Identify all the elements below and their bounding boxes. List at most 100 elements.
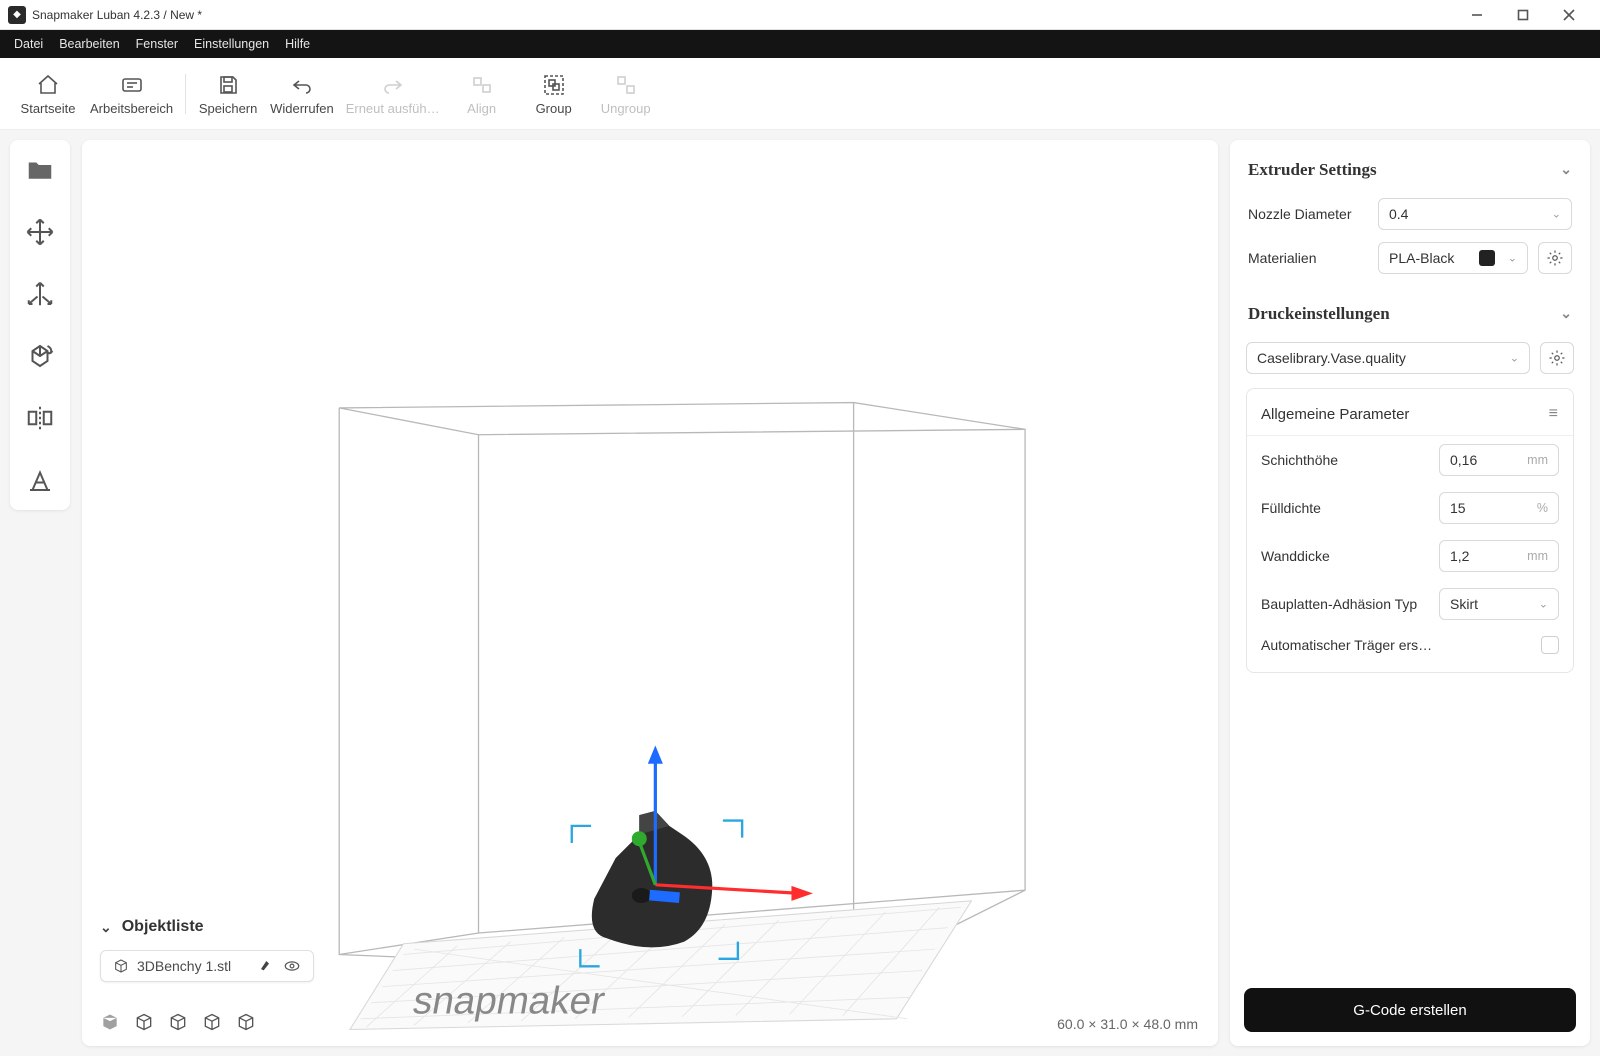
layer-height-input[interactable]: 0,16 mm — [1439, 444, 1559, 476]
chevron-down-icon: ⌄ — [1552, 208, 1561, 221]
tool-ungroup: Ungroup — [590, 69, 662, 118]
tool-redo-label: Erneut ausfüh… — [346, 101, 440, 116]
open-file-button[interactable] — [20, 150, 60, 190]
material-select[interactable]: PLA-Black ⌄ — [1378, 242, 1528, 274]
tool-save-label: Speichern — [199, 101, 258, 116]
titlebar: ◆ Snapmaker Luban 4.2.3 / New * — [0, 0, 1600, 30]
menu-help[interactable]: Hilfe — [277, 30, 318, 58]
home-icon — [36, 71, 60, 99]
gear-icon — [1546, 249, 1564, 267]
adhesion-label: Bauplatten-Adhäsion Typ — [1261, 596, 1439, 612]
adhesion-row: Bauplatten-Adhäsion Typ Skirt ⌄ — [1247, 580, 1573, 628]
viewport-3d[interactable]: snapmaker — [82, 140, 1218, 1046]
general-params-heading[interactable]: Allgemeine Parameter ≡ — [1247, 393, 1573, 436]
objectlist-item[interactable]: 3DBenchy 1.stl — [100, 950, 314, 982]
tool-group-label: Group — [536, 101, 572, 116]
scene-3d: snapmaker — [82, 140, 1218, 1046]
general-params-card: Allgemeine Parameter ≡ Schichthöhe 0,16 … — [1246, 388, 1574, 673]
undo-icon — [290, 71, 314, 99]
menu-settings[interactable]: Einstellungen — [186, 30, 277, 58]
maximize-button[interactable] — [1500, 0, 1546, 30]
view-left-icon[interactable] — [202, 1012, 222, 1032]
objectlist-heading-label: Objektliste — [122, 918, 204, 936]
view-iso-icon[interactable] — [100, 1012, 120, 1032]
toolbar: Startseite Arbeitsbereich Speichern Wide… — [0, 58, 1600, 130]
layer-height-row: Schichthöhe 0,16 mm — [1247, 436, 1573, 484]
redo-icon — [381, 71, 405, 99]
scale-tool[interactable] — [20, 274, 60, 314]
rotate-tool[interactable] — [20, 336, 60, 376]
menu-edit[interactable]: Bearbeiten — [51, 30, 127, 58]
view-front-icon[interactable] — [134, 1012, 154, 1032]
print-settings-heading[interactable]: Druckeinstellungen ⌄ — [1244, 298, 1576, 336]
objectlist-heading[interactable]: ⌄ Objektliste — [100, 918, 204, 936]
view-right-icon[interactable] — [236, 1012, 256, 1032]
chevron-down-icon: ⌄ — [1539, 598, 1548, 611]
material-settings-button[interactable] — [1538, 242, 1572, 274]
eye-icon[interactable] — [283, 957, 301, 975]
support-checkbox[interactable] — [1541, 636, 1559, 654]
view-top-icon[interactable] — [168, 1012, 188, 1032]
wall-value: 1,2 — [1450, 548, 1469, 564]
support-row: Automatischer Träger ers… — [1247, 628, 1573, 662]
ungroup-icon — [614, 71, 638, 99]
tool-workspace-label: Arbeitsbereich — [90, 101, 173, 116]
infill-input[interactable]: 15 % — [1439, 492, 1559, 524]
tool-undo[interactable]: Widerrufen — [264, 69, 340, 118]
close-button[interactable] — [1546, 0, 1592, 30]
profile-settings-button[interactable] — [1540, 342, 1574, 374]
gcode-button-label: G-Code erstellen — [1353, 1002, 1466, 1019]
gear-icon — [1548, 349, 1566, 367]
layer-height-label: Schichthöhe — [1261, 452, 1439, 468]
profile-value: Caselibrary.Vase.quality — [1257, 350, 1406, 366]
right-panel: Extruder Settings ⌄ Nozzle Diameter 0.4 … — [1230, 140, 1590, 1046]
mirror-tool[interactable] — [20, 398, 60, 438]
main-area: snapmaker — [0, 130, 1600, 1056]
support-tool[interactable] — [20, 460, 60, 500]
move-tool[interactable] — [20, 212, 60, 252]
tool-save[interactable]: Speichern — [192, 69, 264, 118]
generate-gcode-button[interactable]: G-Code erstellen — [1244, 988, 1576, 1032]
nozzle-select[interactable]: 0.4 ⌄ — [1378, 198, 1572, 230]
wall-unit: mm — [1527, 549, 1548, 563]
profile-select[interactable]: Caselibrary.Vase.quality ⌄ — [1246, 342, 1530, 374]
tool-align-label: Align — [467, 101, 496, 116]
tool-group[interactable]: Group — [518, 69, 590, 118]
tool-workspace[interactable]: Arbeitsbereich — [84, 69, 179, 118]
chevron-down-icon: ⌄ — [1508, 252, 1517, 265]
minimize-button[interactable] — [1454, 0, 1500, 30]
material-value: PLA-Black — [1389, 250, 1454, 266]
save-icon — [216, 71, 240, 99]
tool-home[interactable]: Startseite — [12, 69, 84, 118]
nozzle-label: Nozzle Diameter — [1248, 206, 1368, 222]
extruder-settings-heading[interactable]: Extruder Settings ⌄ — [1244, 154, 1576, 192]
app-icon: ◆ — [8, 6, 26, 24]
material-label: Materialien — [1248, 250, 1368, 266]
tool-ungroup-label: Ungroup — [601, 101, 651, 116]
tool-undo-label: Widerrufen — [270, 101, 334, 116]
material-swatch — [1479, 250, 1495, 266]
adhesion-select[interactable]: Skirt ⌄ — [1439, 588, 1559, 620]
infill-unit: % — [1537, 501, 1548, 515]
chevron-down-icon: ⌄ — [1510, 352, 1519, 365]
wall-row: Wanddicke 1,2 mm — [1247, 532, 1573, 580]
hamburger-icon: ≡ — [1549, 405, 1559, 423]
workspace-icon — [120, 71, 144, 99]
brush-icon[interactable] — [257, 957, 273, 973]
menu-file[interactable]: Datei — [6, 30, 51, 58]
wall-input[interactable]: 1,2 mm — [1439, 540, 1559, 572]
menu-window[interactable]: Fenster — [128, 30, 186, 58]
params-heading-label: Allgemeine Parameter — [1261, 406, 1409, 423]
cube-icon — [113, 958, 129, 974]
support-label: Automatischer Träger ers… — [1261, 637, 1541, 653]
view-orientation-row — [100, 1012, 256, 1032]
infill-label: Fülldichte — [1261, 500, 1439, 516]
window-title: Snapmaker Luban 4.2.3 / New * — [32, 8, 202, 22]
layer-height-unit: mm — [1527, 453, 1548, 467]
tool-home-label: Startseite — [21, 101, 76, 116]
layer-height-value: 0,16 — [1450, 452, 1477, 468]
model-dimensions: 60.0 × 31.0 × 48.0 mm — [1057, 1016, 1198, 1032]
infill-row: Fülldichte 15 % — [1247, 484, 1573, 532]
extruder-heading-label: Extruder Settings — [1248, 160, 1377, 180]
group-icon — [542, 71, 566, 99]
